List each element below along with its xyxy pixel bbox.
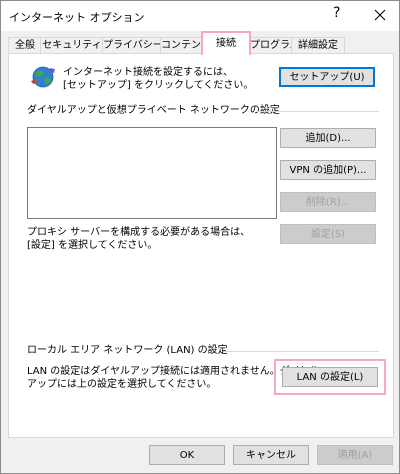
delete-connection-button[interactable]: 削除(R)...: [280, 192, 376, 212]
add-vpn-button[interactable]: VPN の追加(P)...: [280, 160, 376, 180]
internet-options-dialog: インターネット オプション ? 全般 セキュリティ プライバシー コンテンツ 接…: [0, 0, 400, 474]
dialup-section-heading: ダイヤルアップと仮想プライベート ネットワークの設定: [27, 105, 280, 116]
proxy-description-line1: プロキシ サーバーを構成する必要がある場合は、: [27, 227, 251, 238]
setup-button[interactable]: セットアップ(U): [279, 67, 375, 87]
dialup-section-divider: [257, 111, 379, 112]
lan-section-heading: ローカル エリア ネットワーク (LAN) の設定: [27, 345, 228, 356]
setup-description-line1: インターネット接続を設定するには、: [63, 67, 233, 78]
window-title: インターネット オプション: [9, 11, 145, 24]
tab-advanced[interactable]: 詳細設定: [291, 37, 345, 54]
tab-content[interactable]: コンテンツ: [160, 37, 204, 54]
dialup-vpn-list[interactable]: [27, 127, 277, 219]
lan-settings-button[interactable]: LAN の設定(L): [282, 367, 378, 387]
ok-button[interactable]: OK: [149, 445, 225, 465]
tab-security[interactable]: セキュリティ: [40, 37, 104, 54]
connection-settings-button[interactable]: 設定(S): [280, 224, 376, 244]
close-icon: [374, 9, 386, 21]
tab-general[interactable]: 全般: [8, 37, 42, 54]
proxy-description-line2: [設定] を選択してください。: [27, 240, 158, 251]
title-bar: インターネット オプション ?: [1, 1, 399, 31]
tab-programs[interactable]: プログラム: [249, 37, 293, 54]
setup-description-line2: [セットアップ] をクリックしてください。: [63, 80, 254, 91]
cancel-button[interactable]: キャンセル: [233, 445, 309, 465]
lan-section-divider: [223, 351, 379, 352]
apply-button[interactable]: 適用(A): [317, 445, 393, 465]
globe-network-icon: [31, 66, 55, 88]
close-button[interactable]: [367, 3, 393, 27]
lan-description-line2: アップには上の設定を選択してください。: [27, 379, 217, 390]
tab-connections[interactable]: 接続: [201, 31, 251, 55]
help-button[interactable]: ?: [333, 5, 340, 21]
connections-panel: インターネット接続を設定するには、 [セットアップ] をクリックしてください。 …: [8, 53, 394, 438]
tab-privacy[interactable]: プライバシー: [102, 37, 162, 54]
add-connection-button[interactable]: 追加(D)...: [280, 128, 376, 148]
